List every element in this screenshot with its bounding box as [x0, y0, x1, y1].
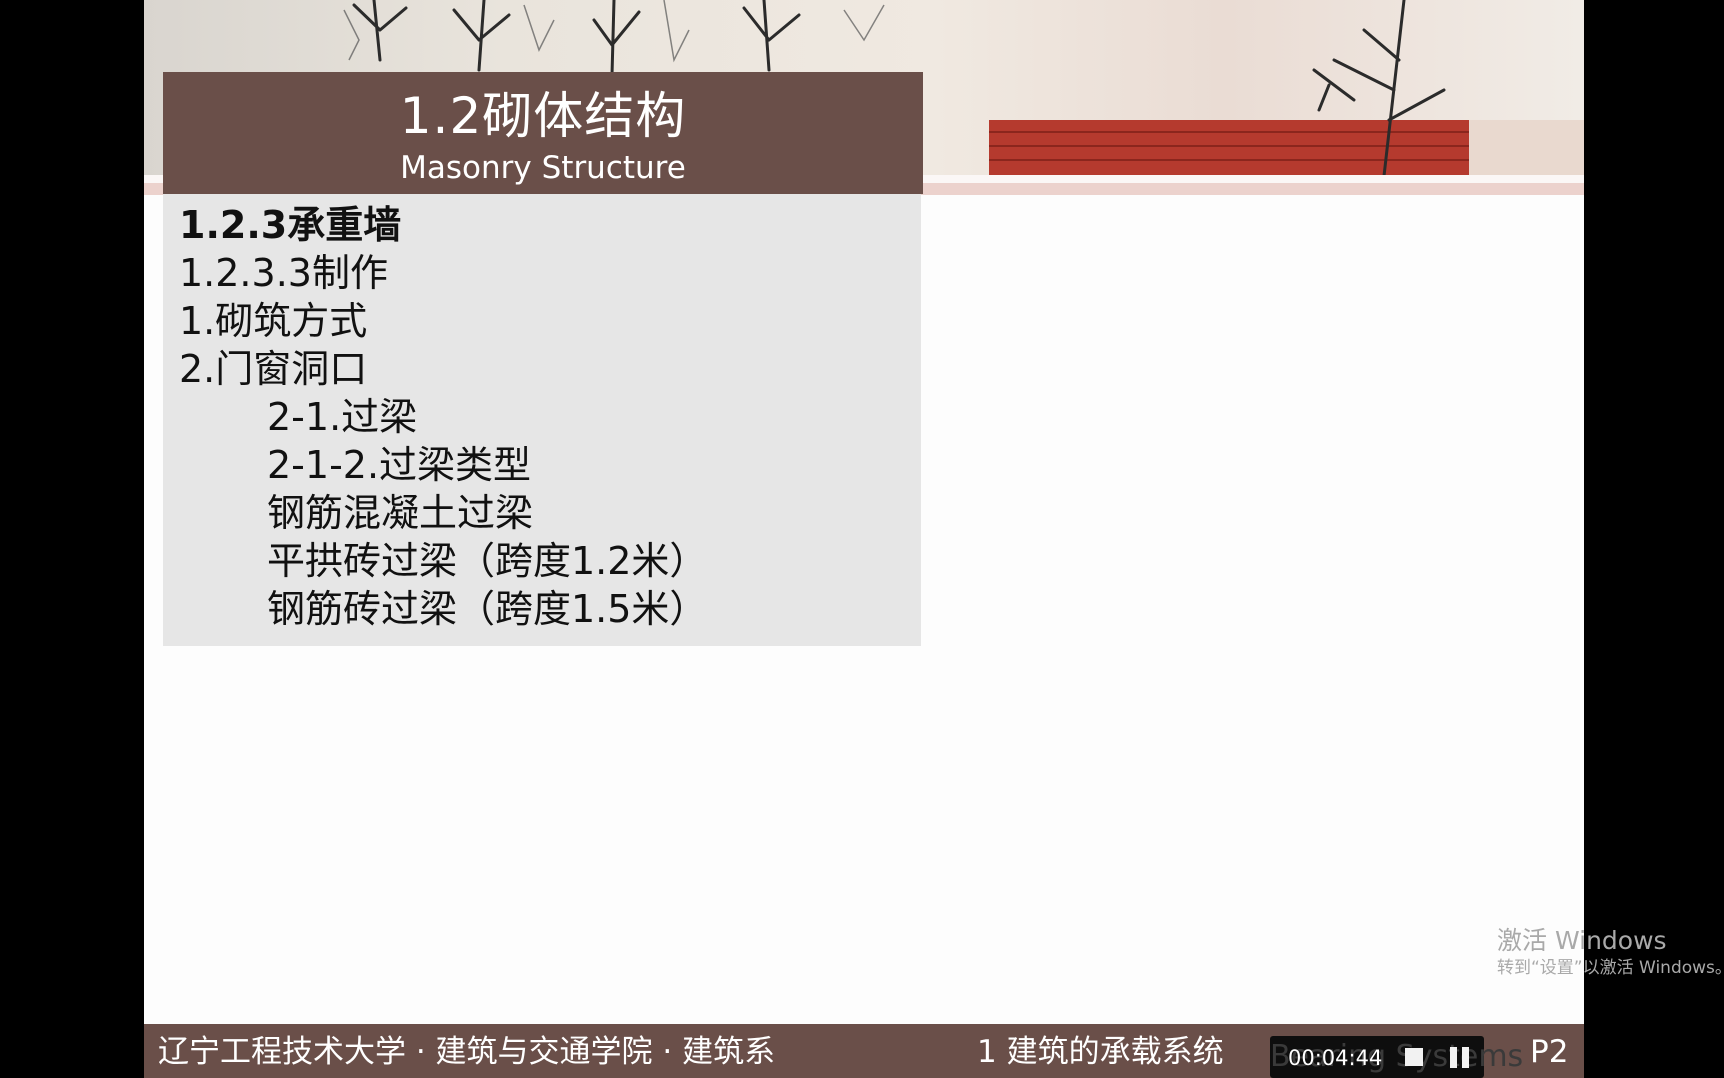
footer-chapter: 1 建筑的承载系统 — [977, 1034, 1224, 1070]
content-line: 2-1-2.过梁类型 — [267, 443, 532, 487]
activation-watermark-title: 激活 Windows — [1497, 926, 1667, 955]
footer-institution: 辽宁工程技术大学 · 建筑与交通学院 · 建筑系 — [158, 1034, 776, 1070]
pause-icon[interactable] — [1450, 1047, 1470, 1068]
slide: 1.2砌体结构 Masonry Structure 1.2.3承重墙 1.2.3… — [144, 0, 1584, 1078]
content-box: 1.2.3承重墙 1.2.3.3制作 1.砌筑方式 2.门窗洞口 2-1.过梁 … — [163, 194, 921, 646]
stop-icon[interactable] — [1405, 1048, 1423, 1066]
title-box: 1.2砌体结构 Masonry Structure — [163, 72, 923, 194]
content-line: 钢筋砖过梁（跨度1.5米） — [267, 587, 708, 631]
content-line: 钢筋混凝土过梁 — [267, 491, 534, 535]
slide-title: 1.2砌体结构 — [399, 87, 687, 145]
content-line: 2-1.过梁 — [267, 395, 418, 439]
content-line: 平拱砖过梁（跨度1.2米） — [267, 539, 708, 583]
footer-page: P2 — [1530, 1034, 1569, 1070]
content-line: 1.砌筑方式 — [179, 299, 368, 343]
slide-subtitle: Masonry Structure — [400, 150, 686, 186]
playback-time: 00:04:44 — [1288, 1046, 1383, 1070]
content-line: 1.2.3.3制作 — [179, 251, 388, 295]
content-line: 2.门窗洞口 — [179, 347, 368, 391]
section-heading: 1.2.3承重墙 — [179, 203, 402, 247]
media-controls: Bearing Systems 00:04:44 — [1270, 1036, 1523, 1078]
activation-watermark-subtitle: 转到“设置”以激活 Windows。 — [1497, 958, 1724, 978]
